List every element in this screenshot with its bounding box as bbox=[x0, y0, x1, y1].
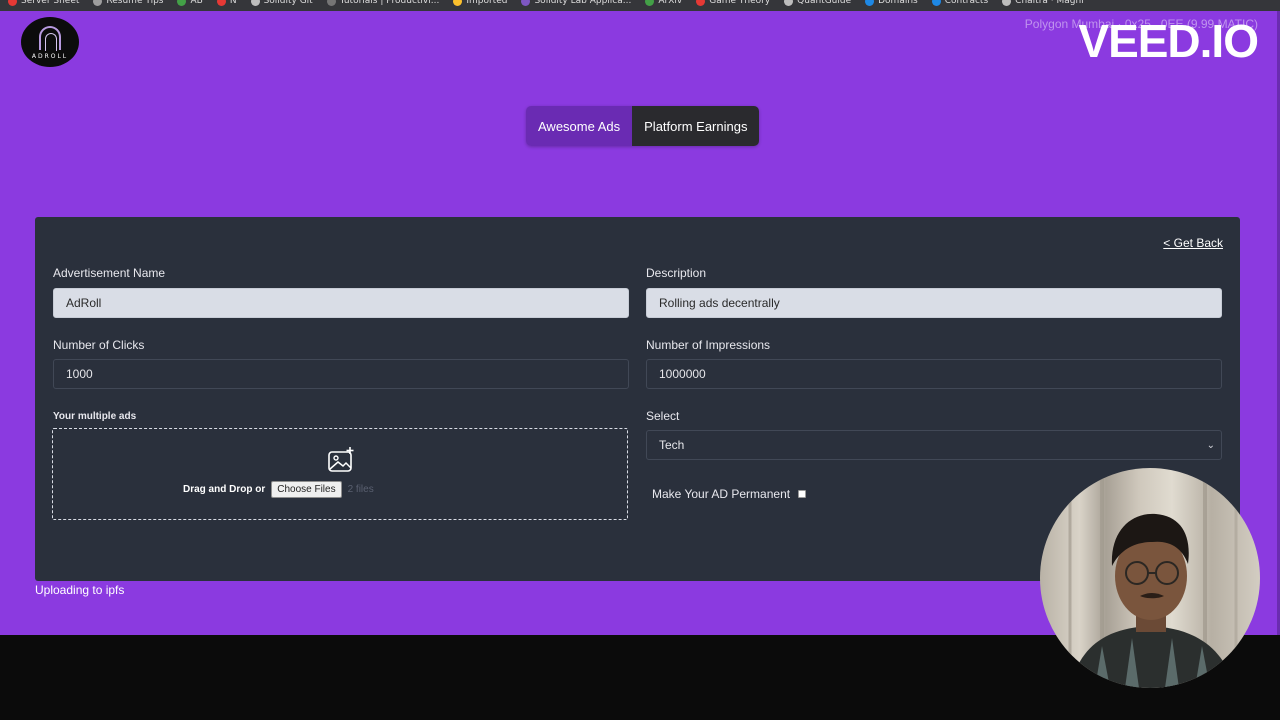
bookmark-item[interactable]: Resume Tips bbox=[93, 0, 163, 7]
category-select-value: Tech bbox=[659, 438, 685, 452]
bookmark-item[interactable]: Domains bbox=[865, 0, 918, 7]
bookmark-favicon-icon bbox=[177, 0, 187, 6]
bookmark-favicon-icon bbox=[784, 0, 794, 6]
bookmark-item[interactable]: Contracts bbox=[931, 0, 989, 7]
bookmark-favicon-icon bbox=[865, 0, 875, 6]
bookmark-label: Server Sheet bbox=[21, 0, 80, 6]
bookmarks-bar: Server Sheet Resume Tips AB N Solidity Git Tu… bbox=[0, 0, 1280, 11]
bookmark-label: Chaitra · Maghi bbox=[1015, 0, 1084, 6]
bookmark-label: Domains bbox=[878, 0, 918, 6]
bookmark-favicon-icon bbox=[453, 0, 463, 6]
impressions-input[interactable]: 1000000 bbox=[646, 359, 1222, 389]
choose-files-button[interactable]: Choose Files bbox=[271, 481, 342, 498]
description-input[interactable]: Rolling ads decentrally bbox=[646, 288, 1222, 318]
logo-mark-icon bbox=[39, 26, 61, 51]
bookmark-favicon-icon bbox=[93, 0, 103, 6]
drag-drop-text: Drag and Drop or bbox=[183, 484, 266, 495]
bookmark-item[interactable]: Solidity Git bbox=[250, 0, 313, 7]
bookmark-favicon-icon bbox=[8, 0, 17, 6]
permanent-checkbox[interactable] bbox=[798, 490, 807, 498]
bookmark-item[interactable]: Solidity Lab Applica... bbox=[521, 0, 631, 7]
bookmark-label: Tutorials | Productivi... bbox=[339, 0, 440, 6]
bookmark-label: N bbox=[229, 0, 237, 6]
bookmark-item[interactable]: AB bbox=[177, 0, 203, 7]
category-select[interactable]: Tech ⌄ bbox=[646, 430, 1222, 460]
webcam-overlay bbox=[1040, 468, 1260, 688]
bookmark-item[interactable]: Tutorials | Productivi... bbox=[326, 0, 440, 7]
clicks-label: Number of Clicks bbox=[53, 338, 145, 352]
bookmark-item[interactable]: ArXiv bbox=[645, 0, 682, 7]
ad-name-input[interactable]: AdRoll bbox=[53, 288, 629, 318]
impressions-label: Number of Impressions bbox=[646, 338, 771, 352]
bookmark-favicon-icon bbox=[931, 0, 941, 6]
multiple-ads-label: Your multiple ads bbox=[53, 411, 137, 422]
files-count: 2 files bbox=[347, 484, 374, 495]
screen: Server Sheet Resume Tips AB N Solidity Git Tu… bbox=[0, 0, 1280, 720]
bookmark-label: AB bbox=[190, 0, 203, 6]
select-label: Select bbox=[646, 409, 680, 423]
bookmark-label: Solidity Git bbox=[263, 0, 313, 6]
upload-status: Uploading to ipfs bbox=[35, 583, 125, 597]
image-upload-icon bbox=[328, 447, 354, 472]
logo-text: ADROLL bbox=[31, 53, 69, 60]
bookmark-favicon-icon bbox=[645, 0, 655, 6]
bookmark-favicon-icon bbox=[1002, 0, 1012, 6]
bookmark-item[interactable]: Server Sheet bbox=[8, 0, 79, 7]
adroll-logo[interactable]: ADROLL bbox=[21, 17, 79, 67]
bookmark-label: Contracts bbox=[944, 0, 989, 6]
bookmark-label: Resume Tips bbox=[106, 0, 164, 6]
permanent-row: Make Your AD Permanent bbox=[652, 487, 807, 501]
bookmark-label: Game Theory bbox=[709, 0, 771, 6]
dropzone-row: Drag and Drop or Choose Files 2 files bbox=[183, 481, 374, 498]
bookmark-label: ArXiv bbox=[658, 0, 683, 6]
bookmark-item[interactable]: QuantGuide bbox=[784, 0, 851, 7]
get-back-link[interactable]: < Get Back bbox=[1163, 236, 1223, 250]
bookmark-favicon-icon bbox=[216, 0, 226, 6]
bookmark-label: Solidity Lab Applica... bbox=[534, 0, 632, 6]
bookmark-label: QuantGuide bbox=[797, 0, 852, 6]
description-label: Description bbox=[646, 266, 707, 280]
ad-name-label: Advertisement Name bbox=[53, 266, 166, 280]
tab-platform-earnings[interactable]: Platform Earnings bbox=[632, 106, 760, 146]
tab-awesome-ads[interactable]: Awesome Ads bbox=[526, 106, 633, 146]
bookmarks-list: Server Sheet Resume Tips AB N Solidity Git Tu… bbox=[8, 0, 1084, 7]
permanent-label: Make Your AD Permanent bbox=[652, 487, 791, 501]
bookmark-favicon-icon bbox=[250, 0, 260, 6]
bookmark-favicon-icon bbox=[696, 0, 706, 6]
bookmark-item[interactable]: N bbox=[216, 0, 237, 7]
bookmark-favicon-icon bbox=[326, 0, 336, 6]
file-dropzone[interactable]: Drag and Drop or Choose Files 2 files bbox=[52, 428, 628, 520]
bookmark-label: Imported bbox=[466, 0, 508, 6]
person-image bbox=[1068, 468, 1238, 688]
veed-watermark: VEED.IO bbox=[1078, 15, 1259, 67]
bookmark-item[interactable]: Imported bbox=[453, 0, 507, 7]
bookmark-favicon-icon bbox=[521, 0, 531, 6]
clicks-input[interactable]: 1000 bbox=[53, 359, 629, 389]
bookmark-item[interactable]: Game Theory bbox=[696, 0, 770, 7]
tab-bar: Awesome Ads Platform Earnings bbox=[526, 106, 760, 146]
chevron-down-icon: ⌄ bbox=[1206, 439, 1215, 451]
bookmark-item[interactable]: Chaitra · Maghi bbox=[1002, 0, 1084, 7]
